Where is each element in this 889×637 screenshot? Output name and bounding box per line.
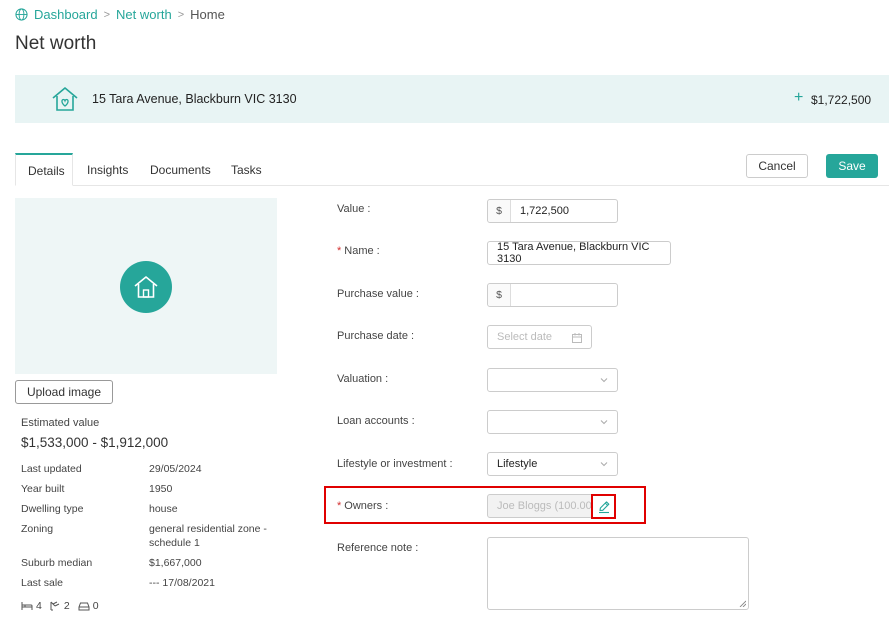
chevron-down-icon	[600, 378, 608, 383]
cancel-button[interactable]: Cancel	[746, 154, 808, 178]
detail-row: Dwelling type house	[21, 502, 291, 516]
detail-key: Zoning	[21, 523, 54, 535]
globe-icon	[15, 8, 28, 21]
calendar-icon	[572, 333, 582, 343]
house-icon-circle	[120, 261, 172, 313]
house-heart-icon	[52, 87, 78, 111]
purchase-date-placeholder: Select date	[497, 331, 553, 343]
name-label: * Name :	[337, 245, 380, 257]
bathrooms-feature: 2	[50, 600, 70, 612]
detail-value: 29/05/2024	[149, 463, 202, 475]
bedrooms-feature: 4	[21, 600, 42, 612]
bath-icon	[50, 601, 60, 611]
detail-key: Year built	[21, 483, 65, 495]
loan-accounts-select[interactable]	[487, 410, 618, 434]
bedrooms-count: 4	[36, 600, 42, 612]
value-label: Value :	[337, 203, 371, 215]
breadcrumb: Dashboard > Net worth > Home	[15, 7, 225, 22]
purchase-value-input[interactable]: $	[487, 283, 618, 307]
detail-row: Year built 1950	[21, 482, 291, 496]
tab-insights[interactable]: Insights	[87, 153, 128, 186]
parking-count: 0	[92, 600, 99, 612]
breadcrumb-separator: >	[177, 8, 185, 21]
detail-value: --- 17/08/2021	[149, 577, 215, 589]
owners-label: * Owners :	[337, 500, 388, 512]
detail-key: Suburb median	[21, 557, 93, 569]
tab-tasks[interactable]: Tasks	[231, 153, 262, 186]
name-label-text: Name :	[344, 245, 380, 257]
reference-note-label: Reference note :	[337, 542, 419, 554]
lifestyle-label: Lifestyle or investment :	[337, 458, 453, 470]
tab-documents[interactable]: Documents	[150, 153, 211, 186]
purchase-value-currency-prefix: $	[488, 284, 511, 306]
asset-address: 15 Tara Avenue, Blackburn VIC 3130	[92, 92, 297, 106]
detail-key: Last updated	[21, 463, 82, 475]
lifestyle-select-value: Lifestyle	[497, 458, 538, 470]
detail-value: house	[149, 503, 178, 515]
parking-feature: 0	[78, 600, 99, 612]
detail-row: Zoning general residential zone - schedu…	[21, 522, 291, 550]
asset-total: $1,722,500	[811, 93, 872, 107]
breadcrumb-dashboard[interactable]: Dashboard	[34, 7, 98, 22]
expand-icon[interactable]: +	[794, 89, 803, 107]
owners-input-text: Joe Bloggs (100.00%	[497, 500, 593, 512]
detail-row: Last sale --- 17/08/2021	[21, 576, 291, 590]
save-button[interactable]: Save	[826, 154, 878, 178]
name-input[interactable]: 15 Tara Avenue, Blackburn VIC 3130	[487, 241, 671, 265]
detail-row: Suburb median $1,667,000	[21, 556, 291, 570]
chevron-down-icon	[600, 420, 608, 425]
detail-value: $1,667,000	[149, 557, 202, 569]
purchase-date-label: Purchase date :	[337, 330, 415, 342]
detail-value: general residential zone - schedule 1	[149, 523, 267, 549]
page-title: Net worth	[15, 33, 97, 54]
required-asterisk: *	[337, 500, 342, 512]
detail-key: Dwelling type	[21, 503, 84, 515]
breadcrumb-net-worth[interactable]: Net worth	[116, 7, 172, 22]
edit-pencil-icon	[598, 500, 609, 513]
property-details-table: Last updated 29/05/2024 Year built 1950 …	[21, 462, 291, 596]
purchase-value-label: Purchase value :	[337, 288, 419, 300]
owners-label-text: Owners :	[344, 500, 389, 512]
upload-image-button[interactable]: Upload image	[15, 380, 113, 404]
tab-details[interactable]: Details	[15, 153, 73, 186]
value-input-text: 1,722,500	[520, 205, 569, 217]
required-asterisk: *	[337, 245, 342, 257]
estimated-value-label: Estimated value	[21, 417, 100, 429]
name-input-text: 15 Tara Avenue, Blackburn VIC 3130	[497, 241, 650, 265]
valuation-select[interactable]	[487, 368, 618, 392]
purchase-date-picker[interactable]: Select date	[487, 325, 592, 349]
detail-value: 1950	[149, 483, 173, 495]
owners-input: Joe Bloggs (100.00%	[487, 494, 593, 518]
detail-row: Last updated 29/05/2024	[21, 462, 291, 476]
breadcrumb-current: Home	[190, 7, 225, 22]
lifestyle-select[interactable]: Lifestyle	[487, 452, 618, 476]
asset-banner: 15 Tara Avenue, Blackburn VIC 3130 + $1,…	[15, 75, 889, 123]
house-icon	[134, 276, 158, 298]
car-icon	[78, 602, 90, 611]
edit-owners-button[interactable]	[591, 494, 616, 519]
value-currency-prefix: $	[488, 200, 511, 222]
bathrooms-count: 2	[63, 600, 70, 612]
valuation-label: Valuation :	[337, 373, 389, 385]
resize-handle-icon[interactable]	[739, 600, 746, 607]
bed-icon	[21, 602, 33, 610]
property-image-placeholder	[15, 198, 277, 374]
breadcrumb-separator: >	[103, 8, 111, 21]
estimated-value-range: $1,533,000 - $1,912,000	[21, 435, 169, 450]
property-features: 4 2 0	[21, 600, 99, 612]
chevron-down-icon	[600, 462, 608, 467]
loan-accounts-label: Loan accounts :	[337, 415, 415, 427]
reference-note-textarea[interactable]	[487, 537, 749, 610]
detail-key: Last sale	[21, 577, 64, 589]
value-input[interactable]: $ 1,722,500	[487, 199, 618, 223]
